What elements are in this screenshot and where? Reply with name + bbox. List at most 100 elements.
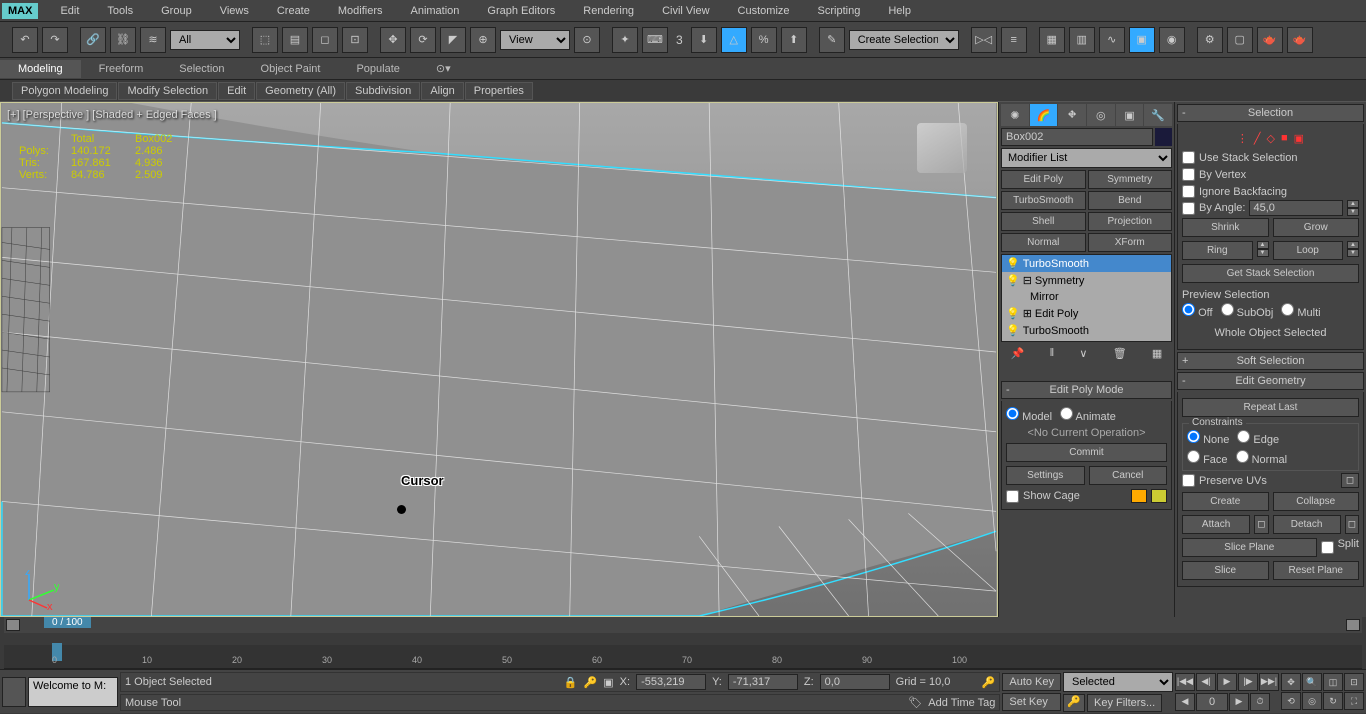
mod-shell-button[interactable]: Shell [1001, 212, 1086, 231]
scroll-thumb[interactable] [6, 619, 20, 631]
listener-box[interactable]: Welcome to M: [28, 677, 118, 707]
radio-subobj[interactable]: SubObj [1221, 303, 1274, 319]
mod-editpoly-button[interactable]: Edit Poly [1001, 170, 1086, 189]
attach-button[interactable]: Attach [1182, 515, 1250, 534]
frame-field[interactable] [1196, 693, 1228, 711]
radio-normal[interactable]: Normal [1236, 450, 1288, 466]
isolate-icon[interactable]: ▣ [603, 676, 613, 689]
rotate-button[interactable]: ⟳ [410, 27, 436, 53]
rollout-editgeom[interactable]: -Edit Geometry [1177, 372, 1364, 390]
ignore-backfacing-checkbox[interactable] [1182, 185, 1195, 198]
settings-button[interactable]: Settings [1006, 466, 1085, 485]
cancel-button[interactable]: Cancel [1089, 466, 1168, 485]
undo-button[interactable]: ↶ [12, 27, 38, 53]
render-setup-button[interactable]: ⚙ [1197, 27, 1223, 53]
ribbon-toggle-icon[interactable]: ⊙▾ [418, 59, 469, 78]
cage-color2-swatch[interactable] [1151, 489, 1167, 503]
mod-projection-button[interactable]: Projection [1088, 212, 1173, 231]
tab-display-icon[interactable]: ▣ [1116, 104, 1144, 126]
keyfilters-button[interactable]: Key Filters... [1087, 694, 1162, 712]
keymode-dropdown[interactable]: Selected [1063, 672, 1173, 692]
percent-snap-button[interactable]: % [751, 27, 777, 53]
angle-snap-button[interactable]: △ [721, 27, 747, 53]
menu-create[interactable]: Create [263, 5, 324, 17]
tab-populate[interactable]: Populate [338, 60, 417, 78]
split-checkbox[interactable] [1321, 538, 1334, 557]
frame-indicator[interactable]: 0 / 100 [44, 617, 91, 628]
ring-button[interactable]: Ring [1182, 241, 1253, 260]
autokey-button[interactable]: Auto Key [1002, 673, 1061, 691]
layer-mgr-button[interactable]: ▥ [1069, 27, 1095, 53]
nav-dolly-button[interactable]: ◎ [1302, 692, 1322, 710]
stack-item[interactable]: 💡⊞Edit Poly [1002, 305, 1171, 322]
snap-button[interactable]: ⬇ [691, 27, 717, 53]
configure-icon[interactable]: ▦ [1152, 347, 1162, 360]
curve-editor-button[interactable]: ∿ [1099, 27, 1125, 53]
modifier-list-dropdown[interactable]: Modifier List [1001, 148, 1172, 168]
edge-icon[interactable]: ╱ [1254, 132, 1261, 145]
commit-button[interactable]: Commit [1006, 443, 1167, 462]
ring-down-icon[interactable]: ▼ [1257, 249, 1269, 257]
bind-button[interactable]: ≋ [140, 27, 166, 53]
radio-model[interactable]: Model [1006, 407, 1052, 423]
menu-grapheditors[interactable]: Graph Editors [473, 5, 569, 17]
angle-up-icon[interactable]: ▲ [1347, 200, 1359, 208]
collapse-button[interactable]: Collapse [1273, 492, 1360, 511]
pin-icon[interactable]: 📌 [1011, 347, 1025, 360]
key-icon[interactable]: 🔑 [584, 676, 598, 689]
mirror-button[interactable]: ▷◁ [971, 27, 997, 53]
preserve-uvs-settings-button[interactable]: ◻ [1341, 473, 1359, 488]
radio-multi[interactable]: Multi [1281, 303, 1320, 319]
named-selection-dropdown[interactable]: Create Selection Se [849, 30, 959, 50]
y-field[interactable]: -71,317 [728, 674, 798, 690]
render-frame-button[interactable]: ▢ [1227, 27, 1253, 53]
layers-button[interactable]: ▦ [1039, 27, 1065, 53]
time-tag-icon[interactable]: 🏷 [908, 696, 922, 709]
slice-button[interactable]: Slice [1182, 561, 1269, 580]
get-stack-button[interactable]: Get Stack Selection [1182, 264, 1359, 283]
ref-coord-button[interactable]: ⊕ [470, 27, 496, 53]
spinner-snap-button[interactable]: ⬆ [781, 27, 807, 53]
reset-plane-button[interactable]: Reset Plane [1273, 561, 1360, 580]
next-frame-button[interactable]: |▶ [1238, 673, 1258, 691]
tab-modify-icon[interactable]: 🌈 [1030, 104, 1058, 126]
modifier-stack[interactable]: 💡TurboSmooth 💡⊟Symmetry Mirror 💡⊞Edit Po… [1001, 254, 1172, 342]
object-color-swatch[interactable] [1155, 128, 1172, 146]
radio-face[interactable]: Face [1187, 450, 1228, 466]
selection-filter-dropdown[interactable]: All [170, 30, 240, 50]
tab-utilities-icon[interactable]: 🔧 [1144, 104, 1172, 126]
nav-fov-button[interactable]: ◫ [1323, 673, 1343, 691]
angle-field[interactable] [1249, 200, 1343, 216]
render-button[interactable]: 🫖 [1257, 27, 1283, 53]
next-key-button[interactable]: ▶ [1229, 693, 1249, 711]
setkey-large-icon[interactable]: 🔑 [1063, 694, 1085, 712]
mod-bend-button[interactable]: Bend [1088, 191, 1173, 210]
menu-tools[interactable]: Tools [93, 5, 147, 17]
make-unique-icon[interactable]: ∨ [1079, 347, 1087, 360]
stack-item[interactable]: 💡TurboSmooth [1002, 255, 1171, 272]
subr-edit[interactable]: Edit [218, 82, 255, 100]
subr-polymodeling[interactable]: Polygon Modeling [12, 82, 117, 100]
x-field[interactable]: -553,219 [636, 674, 706, 690]
material-button[interactable]: ◉ [1159, 27, 1185, 53]
by-angle-checkbox[interactable] [1182, 202, 1195, 215]
scroll-right-icon[interactable] [1346, 619, 1360, 631]
menu-edit[interactable]: Edit [46, 5, 93, 17]
mod-normal-button[interactable]: Normal [1001, 233, 1086, 252]
attach-settings-button[interactable]: ◻ [1254, 515, 1268, 534]
element-icon[interactable]: ▣ [1294, 132, 1304, 145]
nav-zoomall-button[interactable]: ⊡ [1344, 673, 1364, 691]
viewport[interactable]: [+] [Perspective ] [Shaded + Edged Faces… [0, 102, 998, 617]
tab-create-icon[interactable]: ✺ [1001, 104, 1029, 126]
mod-symmetry-button[interactable]: Symmetry [1088, 170, 1173, 189]
border-icon[interactable]: ◇ [1267, 132, 1275, 145]
add-time-tag[interactable]: Add Time Tag [928, 697, 995, 709]
goto-end-button[interactable]: ▶▶| [1259, 673, 1279, 691]
axis-gizmo-icon[interactable]: z y x [19, 570, 59, 610]
link-button[interactable]: 🔗 [80, 27, 106, 53]
radio-animate[interactable]: Animate [1060, 407, 1116, 423]
grow-button[interactable]: Grow [1273, 218, 1360, 237]
align-button[interactable]: ≡ [1001, 27, 1027, 53]
tab-selection[interactable]: Selection [161, 60, 242, 78]
menu-views[interactable]: Views [206, 5, 263, 17]
